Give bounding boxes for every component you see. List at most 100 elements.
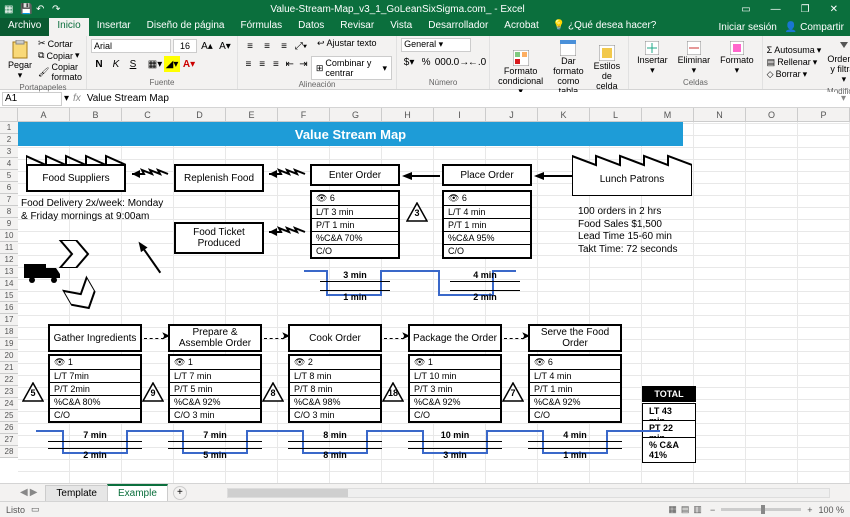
align-bottom-icon[interactable]: ≡: [276, 38, 292, 54]
row-header[interactable]: 3: [0, 146, 18, 158]
row-header[interactable]: 20: [0, 350, 18, 362]
row-header[interactable]: 13: [0, 266, 18, 278]
qat-undo-icon[interactable]: ↶: [36, 4, 46, 14]
col-header[interactable]: L: [590, 108, 642, 121]
border-icon[interactable]: ▦▾: [147, 56, 163, 72]
macro-recorder-icon[interactable]: ▭: [31, 504, 40, 515]
row-header[interactable]: 28: [0, 446, 18, 458]
tab-developer[interactable]: Desarrollador: [420, 18, 496, 36]
view-normal-icon[interactable]: ▦: [668, 504, 677, 515]
tab-review[interactable]: Revisar: [332, 18, 382, 36]
row-header[interactable]: 1: [0, 122, 18, 134]
tell-me-search[interactable]: 💡 ¿Qué desea hacer?: [547, 18, 663, 36]
col-header[interactable]: O: [746, 108, 798, 121]
tab-file[interactable]: Archivo: [0, 18, 49, 36]
increase-decimal-icon[interactable]: .0→: [452, 54, 468, 70]
fill-color-icon[interactable]: ◢▾: [164, 56, 180, 72]
zoom-slider[interactable]: [721, 508, 801, 511]
view-page-break-icon[interactable]: ▥: [693, 504, 702, 515]
window-minimize-icon[interactable]: —: [763, 4, 789, 15]
align-left-icon[interactable]: ≡: [242, 56, 255, 72]
row-header[interactable]: 23: [0, 386, 18, 398]
orientation-icon[interactable]: ⤢▾: [293, 38, 309, 54]
align-top-icon[interactable]: ≡: [242, 38, 258, 54]
tab-layout[interactable]: Diseño de página: [139, 18, 233, 36]
row-header[interactable]: 2: [0, 134, 18, 146]
view-page-layout-icon[interactable]: ▤: [681, 504, 690, 515]
currency-icon[interactable]: $▾: [401, 54, 417, 70]
row-header[interactable]: 8: [0, 206, 18, 218]
row-header[interactable]: 24: [0, 398, 18, 410]
col-header[interactable]: P: [798, 108, 850, 121]
font-color-icon[interactable]: A▾: [181, 56, 197, 72]
cut-button[interactable]: ✂ Cortar: [38, 38, 82, 49]
qat-save-icon[interactable]: 💾: [20, 4, 30, 14]
horizontal-scrollbar[interactable]: [227, 488, 830, 498]
number-format-dropdown[interactable]: General ▾: [401, 38, 471, 52]
decrease-decimal-icon[interactable]: ←.0: [469, 54, 485, 70]
font-size-input[interactable]: [173, 39, 197, 53]
sort-filter-button[interactable]: Ordenar y filtrar ▾: [823, 38, 850, 87]
col-header[interactable]: M: [642, 108, 694, 121]
row-header[interactable]: 9: [0, 218, 18, 230]
format-cells-button[interactable]: Formato ▾: [716, 39, 758, 78]
underline-icon[interactable]: S: [125, 56, 141, 72]
font-name-input[interactable]: [91, 39, 171, 53]
col-header[interactable]: E: [226, 108, 278, 121]
align-right-icon[interactable]: ≡: [270, 56, 283, 72]
window-close-icon[interactable]: ✕: [822, 4, 846, 15]
row-header[interactable]: 17: [0, 314, 18, 326]
increase-indent-icon[interactable]: ⇥: [297, 56, 310, 72]
comma-icon[interactable]: 000: [435, 54, 451, 70]
align-center-icon[interactable]: ≡: [256, 56, 269, 72]
col-header[interactable]: C: [122, 108, 174, 121]
tab-acrobat[interactable]: Acrobat: [496, 18, 546, 36]
select-all-corner[interactable]: [0, 108, 18, 121]
qat-redo-icon[interactable]: ↷: [52, 4, 62, 14]
decrease-indent-icon[interactable]: ⇤: [283, 56, 296, 72]
formula-input[interactable]: [85, 92, 837, 106]
increase-font-icon[interactable]: A▴: [199, 38, 215, 54]
italic-icon[interactable]: K: [108, 56, 124, 72]
tab-view[interactable]: Vista: [382, 18, 420, 36]
decrease-font-icon[interactable]: A▾: [217, 38, 233, 54]
row-header[interactable]: 21: [0, 362, 18, 374]
row-header[interactable]: 12: [0, 254, 18, 266]
autosum-button[interactable]: Σ Autosuma ▾: [767, 45, 822, 56]
zoom-out-icon[interactable]: −: [710, 505, 715, 515]
col-header[interactable]: K: [538, 108, 590, 121]
row-header[interactable]: 10: [0, 230, 18, 242]
row-header[interactable]: 5: [0, 170, 18, 182]
wrap-text-button[interactable]: ↩ Ajustar texto: [317, 38, 377, 54]
merge-center-button[interactable]: ⊞ Combinar y centrar ▾: [311, 56, 392, 80]
zoom-in-icon[interactable]: +: [807, 505, 812, 515]
copy-button[interactable]: ⧉ Copiar ▾: [38, 50, 82, 61]
row-header[interactable]: 19: [0, 338, 18, 350]
col-header[interactable]: G: [330, 108, 382, 121]
col-header[interactable]: H: [382, 108, 434, 121]
insert-cells-button[interactable]: Insertar ▾: [633, 39, 672, 78]
sheet-tab-template[interactable]: Template: [45, 485, 108, 501]
sheet-tab-example[interactable]: Example: [107, 484, 168, 501]
ribbon-display-icon[interactable]: ▭: [733, 4, 758, 15]
worksheet-grid[interactable]: A B C D E F G H I J K L M N O P 12345678…: [0, 108, 850, 483]
clear-button[interactable]: ◇ Borrar ▾: [767, 69, 822, 80]
row-header[interactable]: 27: [0, 434, 18, 446]
tab-insert[interactable]: Insertar: [89, 18, 139, 36]
col-header[interactable]: I: [434, 108, 486, 121]
row-header[interactable]: 7: [0, 194, 18, 206]
window-restore-icon[interactable]: ❐: [793, 4, 818, 15]
delete-cells-button[interactable]: Eliminar ▾: [674, 39, 715, 78]
col-header[interactable]: B: [70, 108, 122, 121]
name-box[interactable]: [2, 92, 62, 106]
sheet-nav-prev-icon[interactable]: ◀: [20, 487, 28, 498]
share-button[interactable]: 👤 Compartir: [785, 22, 844, 33]
add-sheet-button[interactable]: +: [173, 486, 187, 500]
zoom-level[interactable]: 100 %: [818, 505, 844, 515]
tab-data[interactable]: Datos: [290, 18, 332, 36]
row-header[interactable]: 16: [0, 302, 18, 314]
row-header[interactable]: 11: [0, 242, 18, 254]
fx-icon[interactable]: fx: [69, 93, 85, 104]
col-header[interactable]: J: [486, 108, 538, 121]
col-header[interactable]: D: [174, 108, 226, 121]
